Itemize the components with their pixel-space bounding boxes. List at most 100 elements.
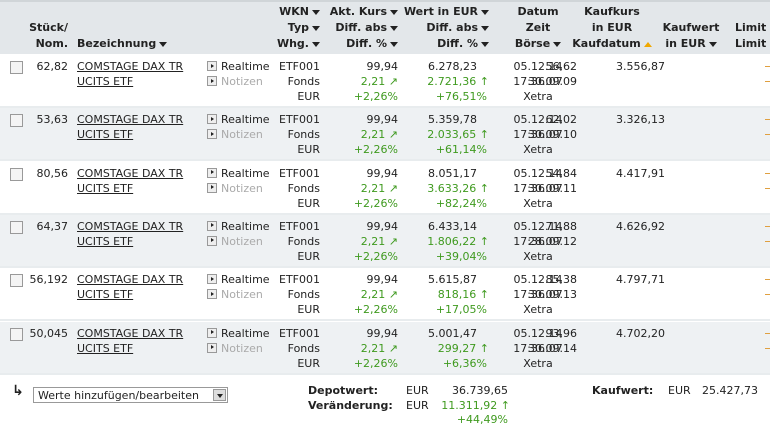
stueck: 64,37 — [36, 219, 69, 233]
veraenderung-value: 11.311,92 ↑ — [441, 399, 510, 412]
kurs-cell: 99,94 2,21 ↗ +2,26% — [353, 166, 398, 210]
limit-empty — [765, 294, 770, 296]
arrow-up-icon: ↑ — [479, 234, 489, 248]
header-kurs[interactable]: Akt. Kurs Diff. abs Diff. % — [330, 4, 398, 52]
arrow-up-icon: ↑ — [479, 288, 489, 302]
stueck: 80,56 — [36, 166, 69, 180]
limit-empty — [765, 332, 770, 334]
play-icon — [207, 76, 217, 86]
realtime-button[interactable]: Realtime — [207, 219, 270, 234]
header-kaufwert[interactable]: Kaufwert in EUR — [655, 20, 727, 52]
row-checkbox[interactable] — [10, 114, 23, 128]
notizen-button[interactable]: Notizen — [207, 127, 263, 142]
realtime-button[interactable]: Realtime — [207, 272, 270, 287]
arrow-up-right-icon: ↗ — [388, 234, 398, 248]
realtime-button[interactable]: Realtime — [207, 112, 270, 127]
kaufkurs-cell: 56,62 30.09.09 — [528, 60, 577, 88]
kurs-cell: 99,94 2,21 ↗ +2,26% — [353, 60, 398, 103]
kaufwert-cell: 4.797,71 — [616, 273, 665, 287]
kaufkurs-cell: 85,38 30.09.13 — [528, 273, 577, 302]
wkn-typ-whg: ETF001 Fonds EUR — [279, 60, 320, 103]
header-stueck: Stück/Nom. — [29, 21, 68, 50]
table-row: 80,56 COMSTAGE DAX TR UCITS ETF Realtime … — [0, 162, 770, 215]
veraenderung-percent: +44,49% — [456, 413, 508, 426]
limit-empty — [765, 134, 770, 136]
kaufwert-cell: 4.417,91 — [616, 166, 665, 180]
limit-empty — [765, 279, 770, 281]
wkn-typ-whg: ETF001 Fonds EUR — [279, 113, 320, 157]
wkn-typ-whg: ETF001 Fonds EUR — [279, 166, 320, 210]
row-checkbox[interactable] — [10, 274, 23, 288]
sort-down-icon — [159, 41, 168, 47]
wert-cell: 6.278,23 2.721,36 ↑ +76,51% — [427, 60, 489, 103]
arrow-up-icon: ↑ — [479, 128, 489, 142]
header-kaufkurs[interactable]: Kaufkurs in EUR Kaufdatum — [570, 4, 654, 52]
table-row: 62,82 COMSTAGE DAX TR UCITS ETF Realtime … — [0, 55, 770, 108]
kaufwert-cell: 3.556,87 — [616, 60, 665, 73]
row-checkbox[interactable] — [10, 327, 23, 341]
header-wkn[interactable]: WKN Typ Whg. — [277, 4, 320, 52]
stueck: 56,192 — [29, 273, 69, 287]
realtime-button[interactable]: Realtime — [207, 59, 270, 74]
arrow-up-icon: ↑ — [479, 341, 489, 355]
arrow-up-icon: ↑ — [479, 75, 489, 88]
realtime-button[interactable]: Realtime — [207, 326, 270, 341]
play-icon — [207, 167, 217, 178]
wert-cell: 5.001,47 299,27 ↑ +6,36% — [428, 326, 489, 370]
arrow-up-right-icon: ↗ — [388, 75, 398, 88]
dropdown-arrow-icon[interactable] — [213, 389, 226, 401]
arrow-up-right-icon: ↗ — [388, 288, 398, 302]
depotwert-value: 36.739,65 — [452, 384, 508, 397]
header-datum[interactable]: Datum Zeit Börse — [512, 4, 564, 52]
play-icon — [207, 114, 217, 125]
corner-arrow-icon: ↳ — [12, 383, 24, 399]
limit-empty — [765, 240, 770, 242]
arrow-up-icon: ↑ — [500, 399, 510, 412]
play-icon — [207, 182, 217, 193]
add-edit-values-select[interactable]: Werte hinzufügen/bearbeiten — [33, 387, 228, 403]
row-checkbox[interactable] — [10, 61, 23, 74]
notizen-button[interactable]: Notizen — [207, 181, 263, 196]
limit-empty — [765, 225, 770, 227]
table-row: 64,37 COMSTAGE DAX TR UCITS ETF Realtime … — [0, 214, 770, 268]
header-bezeichnung[interactable]: Bezeichnung — [77, 36, 168, 52]
security-name-link[interactable]: COMSTAGE DAX TR UCITS ETF — [77, 326, 183, 356]
security-name-link[interactable]: COMSTAGE DAX TR UCITS ETF — [77, 59, 183, 89]
notizen-button[interactable]: Notizen — [207, 287, 263, 302]
table-header: Stück/Nom. Bezeichnung WKN Typ Whg. Akt. K… — [0, 0, 770, 54]
row-checkbox[interactable] — [10, 220, 23, 234]
wert-cell: 6.433,14 1.806,22 ↑ +39,04% — [427, 219, 489, 263]
limit-empty — [765, 66, 770, 67]
kaufkurs-cell: 54,84 30.09.11 — [528, 166, 577, 195]
play-icon — [207, 327, 217, 338]
arrow-up-right-icon: ↗ — [388, 128, 398, 142]
kaufkurs-cell: 62,02 30.09.10 — [528, 113, 577, 142]
notizen-button[interactable]: Notizen — [207, 234, 263, 249]
sort-up-active-icon — [643, 41, 652, 47]
stueck: 62,82 — [36, 60, 69, 73]
kaufkurs-cell: 71,88 28.09.12 — [528, 219, 577, 248]
veraenderung-label: Veränderung: — [308, 399, 393, 412]
kurs-cell: 99,94 2,21 ↗ +2,26% — [353, 273, 398, 317]
stueck: 50,045 — [29, 326, 69, 340]
header-limit[interactable]: Limit Limit — [735, 20, 766, 52]
security-name-link[interactable]: COMSTAGE DAX TR UCITS ETF — [77, 272, 183, 302]
play-icon — [207, 61, 217, 71]
limit-empty — [765, 347, 770, 349]
limit-empty — [765, 81, 770, 82]
notizen-button[interactable]: Notizen — [207, 74, 263, 89]
wkn-typ-whg: ETF001 Fonds EUR — [279, 273, 320, 317]
security-name-link[interactable]: COMSTAGE DAX TR UCITS ETF — [77, 219, 183, 249]
arrow-up-right-icon: ↗ — [388, 341, 398, 355]
row-checkbox[interactable] — [10, 167, 23, 181]
header-wert[interactable]: Wert in EUR Diff. abs Diff. % — [404, 4, 489, 52]
wkn-typ-whg: ETF001 Fonds EUR — [279, 219, 320, 263]
security-name-link[interactable]: COMSTAGE DAX TR UCITS ETF — [77, 166, 183, 196]
security-name-link[interactable]: COMSTAGE DAX TR UCITS ETF — [77, 112, 183, 142]
realtime-button[interactable]: Realtime — [207, 166, 270, 181]
play-icon — [207, 342, 217, 353]
kaufwert-cell: 4.626,92 — [616, 219, 665, 233]
wert-cell: 5.359,78 2.033,65 ↑ +61,14% — [427, 113, 489, 157]
kurs-cell: 99,94 2,21 ↗ +2,26% — [353, 219, 398, 263]
notizen-button[interactable]: Notizen — [207, 341, 263, 356]
